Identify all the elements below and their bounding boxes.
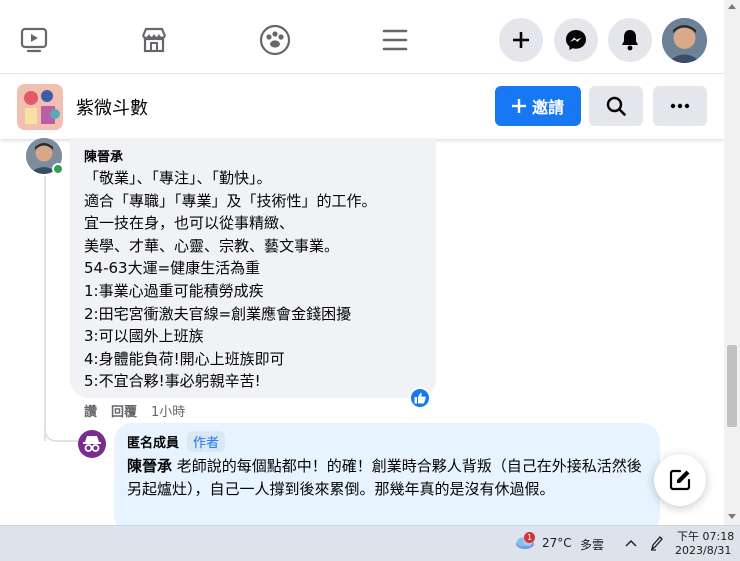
messenger-icon[interactable] — [554, 18, 598, 62]
comment-line: 「敬業」、「專注」、「勤快」。 — [84, 169, 272, 187]
create-plus-icon[interactable] — [499, 18, 543, 62]
reply-body: 老師說的每個點都中！的確！創業時合夥人背叛（自己在外接私活然後另起爐灶），自己一… — [127, 457, 642, 498]
comment-line: 4:身體能負荷!開心上班族即可 — [84, 349, 285, 368]
pen-tray-icon[interactable] — [650, 535, 664, 551]
reply-bubble: 匿名成員 作者 陳晉承 老師說的每個點都中！的確！創業時合夥人背叛（自己在外接私… — [114, 423, 660, 525]
comment-line: 3:可以國外上班族 — [84, 327, 204, 346]
author-badge: 作者 — [187, 431, 226, 452]
more-options-button[interactable] — [653, 86, 707, 126]
more-dots-icon — [670, 103, 690, 109]
marketplace-icon[interactable] — [134, 20, 174, 60]
like-reaction-badge[interactable] — [409, 387, 431, 409]
invite-button[interactable]: 邀請 — [495, 86, 581, 126]
profile-avatar[interactable] — [662, 18, 707, 63]
online-status-dot — [52, 163, 64, 175]
comment-line: 5:不宜合夥!事必躬親辛苦! — [84, 372, 261, 391]
group-name[interactable]: 紫微斗數 — [76, 94, 148, 120]
like-link[interactable]: 讚 — [84, 401, 97, 420]
plus-icon — [511, 99, 526, 113]
group-header-bar: 紫微斗數 邀請 — [0, 75, 724, 139]
browser-viewport: 紫微斗數 邀請 陳晉承 「敬業」、「專注」、「勤快」。 適合「專職」「專業」及「… — [0, 0, 740, 525]
comment-line: 2:田宅宮衝激夫官線=創業應會金錢困擾 — [84, 304, 352, 323]
menu-icon[interactable] — [375, 20, 415, 60]
temperature[interactable]: 27°C — [542, 536, 572, 550]
windows-taskbar: 1 27°C 多雲 下午 07:18 2023/8/31 — [0, 525, 740, 561]
compose-button[interactable] — [654, 454, 706, 506]
weather-alert-badge: 1 — [524, 532, 535, 543]
comment-bubble: 陳晉承 「敬業」、「專注」、「勤快」。 適合「專職」「專業」及「技術性」的工作。… — [70, 138, 436, 398]
reply-text: 陳晉承 老師說的每個點都中！的確！創業時合夥人背叛（自己在外接私活然後另起爐灶）… — [127, 455, 647, 500]
weather-condition[interactable]: 多雲 — [580, 536, 604, 553]
page-scrollbar[interactable] — [724, 0, 740, 525]
clock-time[interactable]: 下午 07:18 — [677, 528, 734, 544]
thread-connector — [44, 424, 78, 442]
scroll-down-arrow-icon[interactable] — [728, 514, 736, 519]
scroll-up-arrow-icon[interactable] — [728, 4, 736, 9]
search-button[interactable] — [589, 86, 643, 126]
anonymous-avatar[interactable] — [78, 430, 106, 458]
groups-icon[interactable] — [255, 20, 295, 60]
invite-label: 邀請 — [531, 98, 564, 117]
mention-link[interactable]: 陳晉承 — [127, 457, 172, 475]
reply-link[interactable]: 回覆 — [111, 401, 137, 420]
notifications-bell-icon[interactable] — [608, 18, 652, 62]
reply-author[interactable]: 匿名成員 — [127, 432, 179, 451]
chevron-up-icon[interactable] — [625, 539, 637, 547]
comment-actions: 讚 回覆 1小時 — [84, 401, 185, 420]
comment-author[interactable]: 陳晉承 — [84, 146, 422, 165]
search-icon — [606, 96, 626, 116]
edit-compose-icon — [669, 469, 691, 491]
thumbs-up-icon — [414, 392, 426, 404]
comment-line: 宜一技在身，也可以從事精緻、 — [84, 214, 295, 233]
thread-line — [44, 176, 46, 441]
comment-timestamp[interactable]: 1小時 — [151, 401, 185, 420]
comment-line: 1:事業心過重可能積勞成疾 — [84, 281, 264, 300]
group-cover-thumbnail[interactable] — [17, 84, 63, 130]
anonymous-spy-icon — [83, 436, 101, 452]
clock-date[interactable]: 2023/8/31 — [675, 544, 731, 557]
video-icon[interactable] — [14, 20, 54, 60]
top-navigation-bar — [0, 0, 724, 74]
scrollbar-thumb[interactable] — [727, 345, 737, 427]
comment-line: 美學、才華、心靈、宗教、藝文事業。 — [84, 236, 340, 255]
comment-line: 適合「專職」「專業」及「技術性」的工作。 — [84, 191, 377, 210]
comment-line: 54-63大運=健康生活為重 — [84, 259, 261, 278]
